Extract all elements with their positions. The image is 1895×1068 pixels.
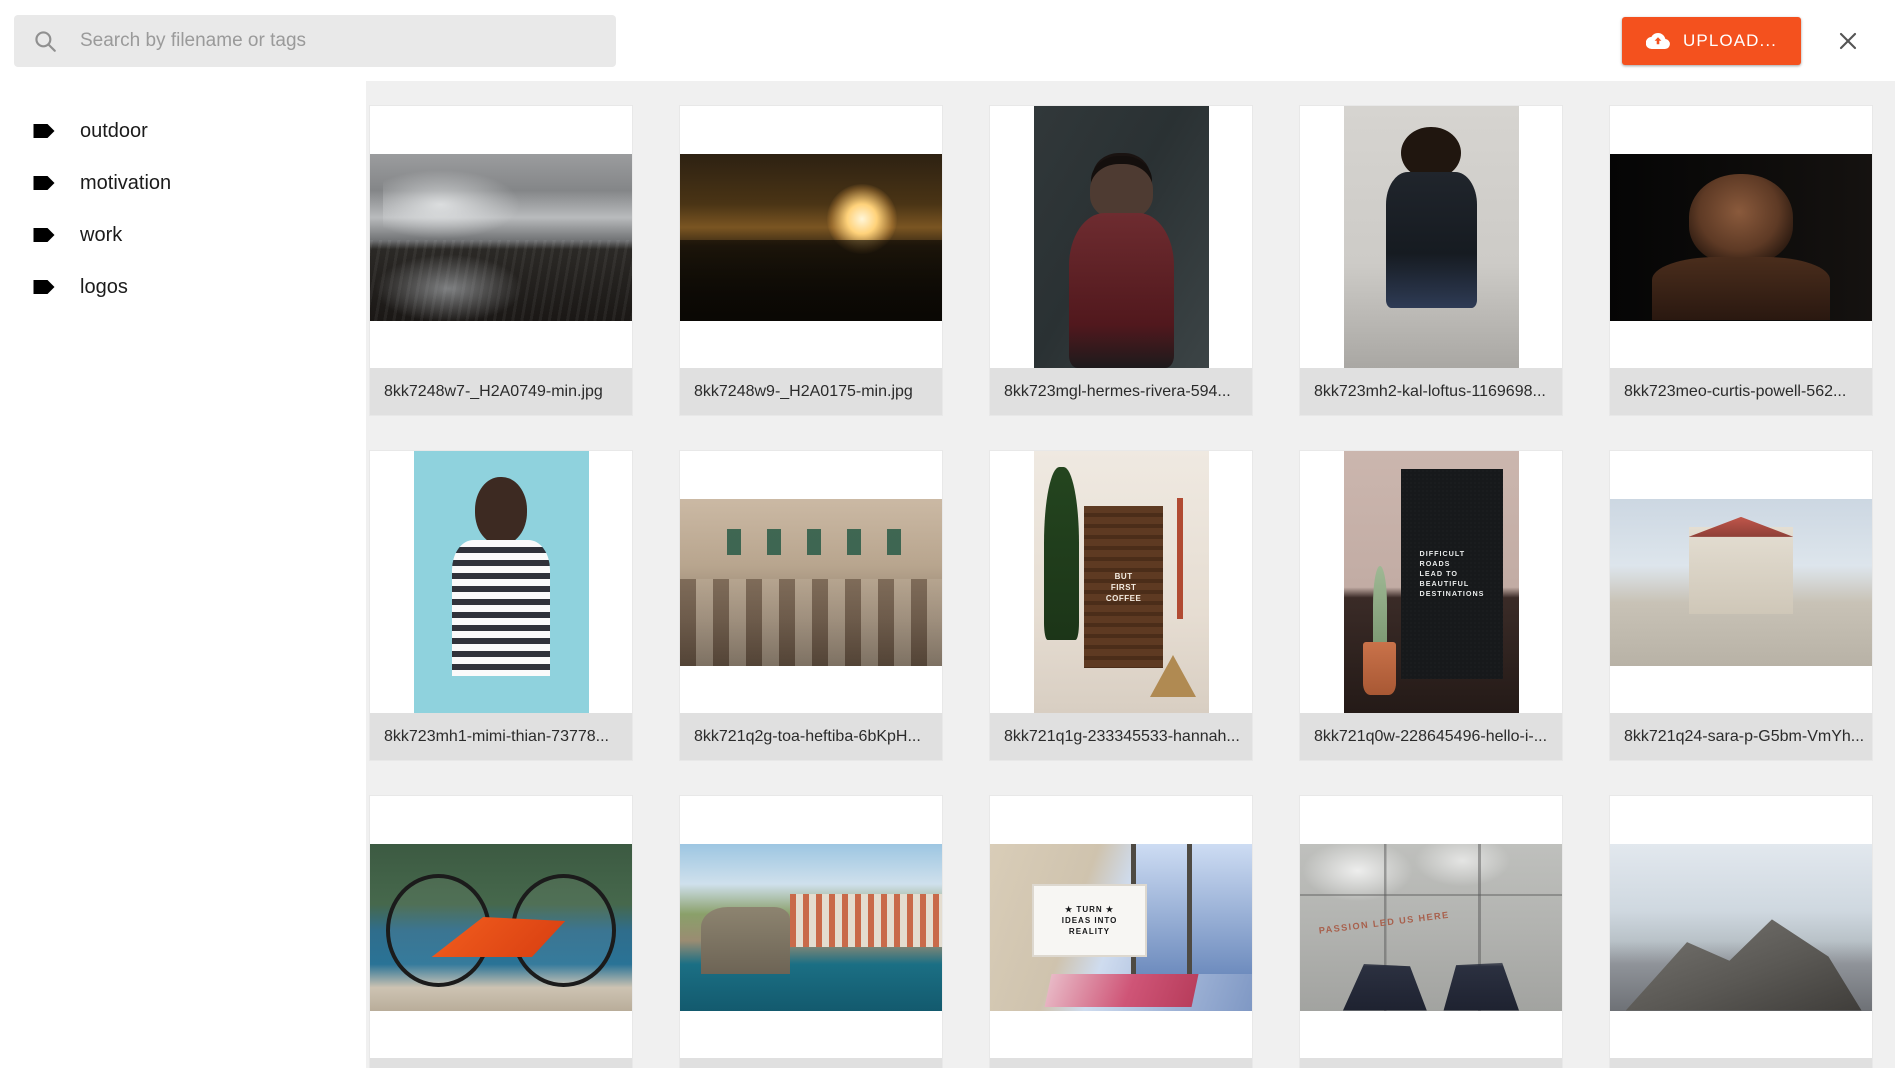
media-card[interactable]: 8kk723mh2-kal-loftus-1169698... [1300,106,1562,415]
candle-shape [1177,498,1183,619]
thumbnail-container: BUT FIRST COFFEE [990,451,1252,713]
thumbnail-container [1610,451,1872,713]
body-row: outdoor motivation work logos [0,81,1895,1068]
thumbnail-image [1610,154,1872,321]
media-card[interactable] [680,796,942,1068]
media-grid: 8kk7248w7-_H2A0749-min.jpg 8kk7248w9-_H2… [366,106,1895,1068]
media-filename: 8kk723mh2-kal-loftus-1169698... [1300,368,1562,415]
media-card[interactable] [370,796,632,1068]
letterboard-sign: BUT FIRST COFFEE [1084,506,1163,668]
thumbnail-image [1610,499,1872,666]
header-bar: UPLOAD... [0,0,1895,81]
close-button[interactable] [1823,16,1873,66]
sidebar-item-outdoor[interactable]: outdoor [0,105,366,157]
media-filename: 8kk721q24-sara-p-G5bm-VmYh... [1610,713,1872,760]
media-gallery[interactable]: 8kk7248w7-_H2A0749-min.jpg 8kk7248w9-_H2… [366,81,1895,1068]
pegboard-text: DIFFICULT ROADS LEAD TO BEAUTIFUL DESTIN… [1420,549,1485,599]
media-filename: 8kk723mh1-mimi-thian-73778... [370,713,632,760]
pegboard-sign: DIFFICULT ROADS LEAD TO BEAUTIFUL DESTIN… [1401,469,1503,679]
tag-icon [30,117,58,145]
thumbnail-image [680,499,942,666]
media-card[interactable]: 8kk7248w9-_H2A0175-min.jpg [680,106,942,415]
tag-sidebar: outdoor motivation work logos [0,81,366,1068]
thumbnail-image [370,844,632,1011]
thumbnail-container [680,796,942,1058]
thumbnail-container [370,451,632,713]
magazine-shape [1044,974,1198,1007]
media-filename: 8kk7248w7-_H2A0749-min.jpg [370,368,632,415]
media-filename: 8kk723mgl-hermes-rivera-594... [990,368,1252,415]
cloud-upload-icon [1646,29,1670,53]
search-box[interactable] [14,15,616,67]
search-icon [32,28,58,54]
thumbnail-image: DIFFICULT ROADS LEAD TO BEAUTIFUL DESTIN… [1344,451,1519,713]
media-filename: 8kk721q0w-228645496-hello-i-... [1300,713,1562,760]
thumbnail-image [1344,106,1519,368]
plant-stem-shape [1373,566,1387,645]
media-card[interactable]: 8kk7248w7-_H2A0749-min.jpg [370,106,632,415]
media-filename [1300,1058,1562,1068]
media-filename: 8kk7248w9-_H2A0175-min.jpg [680,368,942,415]
sidebar-item-label: work [80,224,122,247]
thumbnail-image [370,154,632,321]
thumbnail-image: PASSION LED US HERE [1300,844,1562,1011]
thumbnail-container [1300,106,1562,368]
plant-pot-shape [1363,642,1396,694]
sidebar-item-motivation[interactable]: motivation [0,157,366,209]
close-icon [1836,29,1860,53]
media-filename [370,1058,632,1068]
thumbnail-image: BUT FIRST COFFEE [1034,451,1209,713]
media-filename [990,1058,1252,1068]
search-input[interactable] [80,30,598,52]
thumbnail-container [680,106,942,368]
thumbnail-container [370,106,632,368]
tag-icon [30,221,58,249]
media-card[interactable]: 8kk723mh1-mimi-thian-73778... [370,451,632,760]
thumbnail-image [680,154,942,321]
media-filename: 8kk723meo-curtis-powell-562... [1610,368,1872,415]
media-card[interactable]: 8kk723mgl-hermes-rivera-594... [990,106,1252,415]
media-card[interactable]: 8kk721q2g-toa-heftiba-6bKpH... [680,451,942,760]
window-shape [1131,844,1252,974]
sidebar-item-label: outdoor [80,120,148,143]
media-filename [1610,1058,1872,1068]
media-card[interactable]: 8kk723meo-curtis-powell-562... [1610,106,1872,415]
media-card[interactable]: 8kk721q24-sara-p-G5bm-VmYh... [1610,451,1872,760]
thumbnail-container [370,796,632,1058]
thumbnail-container: ★ TURN ★ IDEAS INTO REALITY [990,796,1252,1058]
sidebar-item-label: logos [80,276,128,299]
thumbnail-container: PASSION LED US HERE [1300,796,1562,1058]
sidebar-item-label: motivation [80,172,171,195]
upload-button[interactable]: UPLOAD... [1622,17,1801,65]
media-filename [680,1058,942,1068]
thumbnail-container [1610,796,1872,1058]
media-card[interactable]: PASSION LED US HERE [1300,796,1562,1068]
thumbnail-container [1610,106,1872,368]
media-card[interactable] [1610,796,1872,1068]
thumbnail-image [1034,106,1209,368]
tag-icon [30,273,58,301]
media-filename: 8kk721q1g-233345533-hannah... [990,713,1252,760]
candle-holder-shape [1150,655,1196,697]
lightbox-text: ★ TURN ★ IDEAS INTO REALITY [1062,904,1118,937]
media-card[interactable]: ★ TURN ★ IDEAS INTO REALITY [990,796,1252,1068]
sidebar-item-logos[interactable]: logos [0,261,366,313]
media-library-modal: UPLOAD... outdoor motivation [0,0,1895,1068]
thumbnail-container [990,106,1252,368]
media-card[interactable]: BUT FIRST COFFEE 8kk721q1g-233345533-han… [990,451,1252,760]
sidebar-item-work[interactable]: work [0,209,366,261]
letterboard-text: BUT FIRST COFFEE [1106,571,1141,604]
thumbnail-image [680,844,942,1011]
thumbnail-image [414,451,589,713]
thumbnail-container [680,451,942,713]
thumbnail-image: ★ TURN ★ IDEAS INTO REALITY [990,844,1252,1011]
lightbox-sign: ★ TURN ★ IDEAS INTO REALITY [1032,884,1147,957]
upload-button-label: UPLOAD... [1683,31,1777,51]
thumbnail-image [1610,844,1872,1011]
thumbnail-container: DIFFICULT ROADS LEAD TO BEAUTIFUL DESTIN… [1300,451,1562,713]
tag-icon [30,169,58,197]
media-filename: 8kk721q2g-toa-heftiba-6bKpH... [680,713,942,760]
media-card[interactable]: DIFFICULT ROADS LEAD TO BEAUTIFUL DESTIN… [1300,451,1562,760]
